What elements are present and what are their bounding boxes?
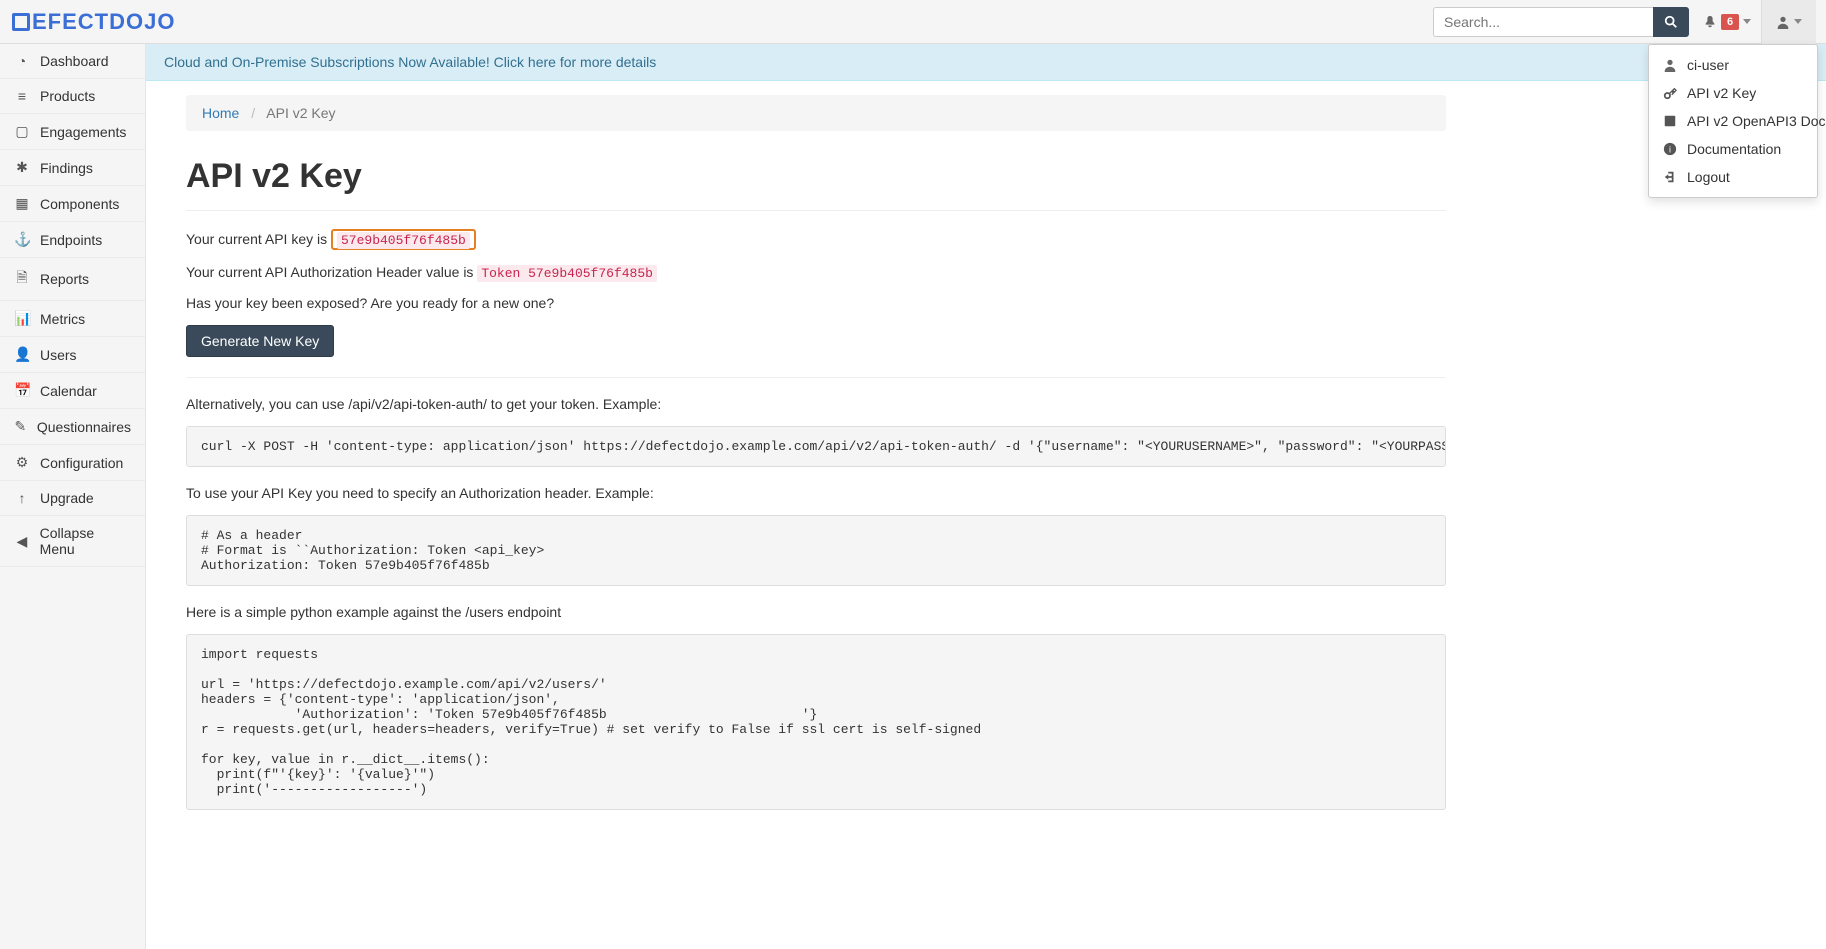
sidebar-item-label: Configuration bbox=[40, 455, 123, 471]
subscription-alert[interactable]: Cloud and On-Premise Subscriptions Now A… bbox=[146, 44, 1826, 81]
breadcrumb-home[interactable]: Home bbox=[202, 105, 239, 121]
form-icon: ✎ bbox=[14, 418, 27, 435]
breadcrumb: Home / API v2 Key bbox=[186, 95, 1446, 131]
usermenu-api-key[interactable]: API v2 Key bbox=[1649, 79, 1817, 107]
usermenu-username: ci-user bbox=[1649, 51, 1817, 79]
sidebar-item-label: Reports bbox=[40, 271, 89, 287]
header-example-code: # As a header # Format is ``Authorizatio… bbox=[186, 515, 1446, 586]
api-key-line: Your current API key is 57e9b405f76f485b bbox=[186, 229, 1446, 250]
clipboard-icon: ▢ bbox=[14, 123, 30, 140]
divider bbox=[186, 377, 1446, 378]
sidebar-item-label: Collapse Menu bbox=[40, 525, 131, 557]
sidebar-item-collapse[interactable]: ◀ Collapse Menu bbox=[0, 516, 145, 567]
chart-icon: 📊 bbox=[14, 310, 30, 327]
auth-header-line: Your current API Authorization Header va… bbox=[186, 264, 1446, 281]
dashboard-icon: ◔ bbox=[14, 53, 30, 69]
key-icon bbox=[1663, 86, 1677, 100]
curl-example-code: curl -X POST -H 'content-type: applicati… bbox=[186, 426, 1446, 467]
sidebar-item-label: Engagements bbox=[40, 124, 126, 140]
usermenu-logout[interactable]: Logout bbox=[1649, 163, 1817, 191]
book-icon bbox=[1663, 114, 1677, 128]
divider bbox=[186, 210, 1446, 211]
user-menu-button[interactable] bbox=[1761, 0, 1816, 44]
collapse-icon: ◀ bbox=[14, 533, 30, 550]
logo-text: EFECTDOJO bbox=[32, 9, 175, 34]
user-menu-dropdown: ci-user API v2 Key API v2 OpenAPI3 Docs … bbox=[1648, 44, 1818, 198]
search-icon bbox=[1664, 15, 1678, 29]
upgrade-icon: ↑ bbox=[14, 490, 30, 506]
sidebar-item-products[interactable]: ≡ Products bbox=[0, 79, 145, 114]
sidebar-item-reports[interactable]: 🗎 Reports bbox=[0, 258, 145, 301]
sidebar: ◔ Dashboard ≡ Products ▢ Engagements ✱ Findi… bbox=[0, 44, 146, 949]
logo-mark-icon bbox=[12, 13, 30, 31]
notifications-button[interactable]: 6 bbox=[1703, 14, 1751, 30]
python-example-code: import requests url = 'https://defectdoj… bbox=[186, 634, 1446, 810]
search-button[interactable] bbox=[1653, 7, 1689, 37]
sidebar-item-engagements[interactable]: ▢ Engagements bbox=[0, 114, 145, 150]
sidebar-item-label: Questionnaires bbox=[37, 419, 131, 435]
main-content: Cloud and On-Premise Subscriptions Now A… bbox=[146, 44, 1826, 949]
sidebar-item-endpoints[interactable]: ⚓ Endpoints bbox=[0, 222, 145, 258]
grid-icon: ▦ bbox=[14, 195, 30, 212]
usermenu-item-label: API v2 OpenAPI3 Docs bbox=[1687, 113, 1826, 129]
breadcrumb-current: API v2 Key bbox=[266, 105, 335, 121]
bell-icon bbox=[1703, 15, 1717, 29]
gear-icon: ⚙ bbox=[14, 454, 30, 471]
sidebar-item-label: Dashboard bbox=[40, 53, 109, 69]
calendar-icon: 📅 bbox=[14, 382, 30, 399]
file-icon: 🗎 bbox=[14, 267, 30, 291]
api-key-value: 57e9b405f76f485b bbox=[337, 232, 470, 249]
sidebar-item-configuration[interactable]: ⚙ Configuration bbox=[0, 445, 145, 481]
usermenu-item-label: API v2 Key bbox=[1687, 85, 1756, 101]
sidebar-item-label: Upgrade bbox=[40, 490, 94, 506]
auth-header-value: Token 57e9b405f76f485b bbox=[477, 265, 657, 282]
sidebar-item-upgrade[interactable]: ↑ Upgrade bbox=[0, 481, 145, 516]
exposed-prompt: Has your key been exposed? Are you ready… bbox=[186, 295, 1446, 311]
sidebar-item-label: Components bbox=[40, 196, 119, 212]
auth-header-label: Your current API Authorization Header va… bbox=[186, 264, 473, 280]
list-icon: ≡ bbox=[14, 88, 30, 104]
sitemap-icon: ⚓ bbox=[14, 231, 30, 248]
search bbox=[1433, 7, 1689, 37]
usermenu-openapi-docs[interactable]: API v2 OpenAPI3 Docs bbox=[1649, 107, 1817, 135]
sidebar-item-questionnaires[interactable]: ✎ Questionnaires bbox=[0, 409, 145, 445]
sidebar-item-label: Metrics bbox=[40, 311, 85, 327]
sidebar-item-label: Endpoints bbox=[40, 232, 102, 248]
user-icon bbox=[1663, 58, 1677, 72]
sidebar-item-label: Users bbox=[40, 347, 77, 363]
api-key-highlight: 57e9b405f76f485b bbox=[331, 229, 476, 250]
usermenu-documentation[interactable]: i Documentation bbox=[1649, 135, 1817, 163]
signout-icon bbox=[1663, 170, 1677, 184]
sidebar-item-label: Calendar bbox=[40, 383, 97, 399]
usermenu-item-label: Documentation bbox=[1687, 141, 1781, 157]
bug-icon: ✱ bbox=[14, 159, 30, 176]
sidebar-item-label: Products bbox=[40, 88, 95, 104]
logo[interactable]: EFECTDOJO bbox=[12, 9, 175, 35]
use-header-text: To use your API Key you need to specify … bbox=[186, 485, 1446, 501]
search-input[interactable] bbox=[1433, 7, 1653, 37]
notifications-count: 6 bbox=[1721, 14, 1739, 30]
page-title: API v2 Key bbox=[186, 157, 1446, 196]
python-text: Here is a simple python example against … bbox=[186, 604, 1446, 620]
info-icon: i bbox=[1663, 142, 1677, 156]
user-icon bbox=[1776, 15, 1790, 29]
breadcrumb-separator: / bbox=[251, 105, 255, 121]
alt-text: Alternatively, you can use /api/v2/api-t… bbox=[186, 396, 1446, 412]
sidebar-item-users[interactable]: 👤 Users bbox=[0, 337, 145, 373]
topbar: EFECTDOJO 6 ci-user API v2 Key API v2 Op… bbox=[0, 0, 1826, 44]
svg-text:i: i bbox=[1669, 145, 1671, 155]
sidebar-item-metrics[interactable]: 📊 Metrics bbox=[0, 301, 145, 337]
sidebar-item-calendar[interactable]: 📅 Calendar bbox=[0, 373, 145, 409]
sidebar-item-label: Findings bbox=[40, 160, 93, 176]
sidebar-item-dashboard[interactable]: ◔ Dashboard bbox=[0, 44, 145, 79]
chevron-down-icon bbox=[1794, 19, 1802, 24]
api-key-label: Your current API key is bbox=[186, 231, 327, 247]
usermenu-item-label: Logout bbox=[1687, 169, 1730, 185]
usermenu-username-label: ci-user bbox=[1687, 57, 1729, 73]
generate-new-key-button[interactable]: Generate New Key bbox=[186, 325, 334, 357]
user-icon: 👤 bbox=[14, 346, 30, 363]
sidebar-item-findings[interactable]: ✱ Findings bbox=[0, 150, 145, 186]
sidebar-item-components[interactable]: ▦ Components bbox=[0, 186, 145, 222]
chevron-down-icon bbox=[1743, 19, 1751, 24]
